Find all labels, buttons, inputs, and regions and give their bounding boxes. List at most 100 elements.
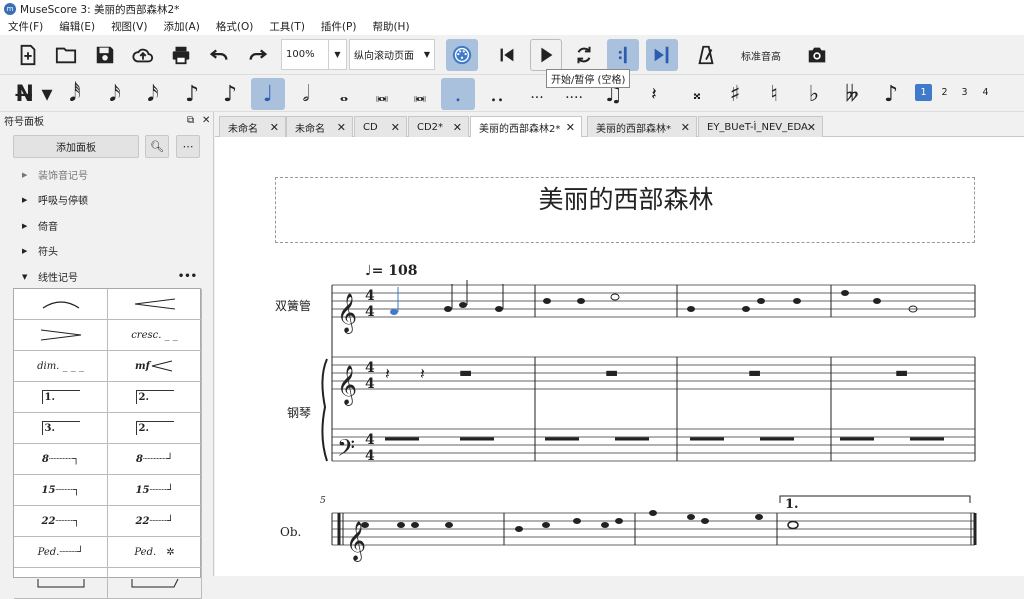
crescendo-cell[interactable] xyxy=(108,289,202,320)
ottava-22mb-cell[interactable]: 22 ┈┈┈┘ xyxy=(108,506,202,537)
tab-score-2[interactable]: 美丽的西部森林* ✕ xyxy=(587,116,697,137)
open-button[interactable] xyxy=(50,39,82,71)
duration-32nd-button[interactable]: 𝅘𝅥𝅯 xyxy=(98,78,132,110)
diminuendo-cell[interactable] xyxy=(14,320,108,351)
voice-1-button[interactable]: 1 xyxy=(915,84,932,101)
add-panel-button[interactable]: 添加面板 xyxy=(13,135,139,158)
close-icon[interactable]: ✕ xyxy=(391,121,400,134)
palette-menu-button[interactable]: ⋯ xyxy=(176,135,200,158)
note-input-mode-button[interactable]: N̶ ▾ xyxy=(10,78,58,110)
sharp-button[interactable]: ♯ xyxy=(718,78,752,110)
volta-2-open-cell[interactable]: 2. xyxy=(108,413,202,444)
view-mode-select[interactable]: 纵向滚动页面 ▼ xyxy=(349,39,435,70)
close-icon[interactable]: ✕ xyxy=(807,121,816,134)
flip-direction-button[interactable]: ♪ xyxy=(874,78,908,110)
duration-half-button[interactable]: 𝅗𝅥 xyxy=(289,78,323,110)
palette-item-noteheads[interactable]: ▶ 符头 xyxy=(22,243,58,259)
more-icon[interactable]: ••• xyxy=(178,271,197,282)
double-dot-button[interactable]: .. xyxy=(480,78,514,110)
close-icon[interactable]: ✕ xyxy=(337,121,346,134)
play-button[interactable] xyxy=(530,39,562,71)
duration-eighth-button[interactable]: ♪ xyxy=(175,78,209,110)
search-palette-button[interactable]: 🔍︎ xyxy=(145,135,169,158)
ottava-8vb-cell[interactable]: 8 ┈┈┈┈┘ xyxy=(108,444,202,475)
volta-bracket xyxy=(779,495,971,503)
volta-2-cell[interactable]: 2. xyxy=(108,382,202,413)
chevron-down-icon[interactable]: ▼ xyxy=(328,40,346,69)
flat-button[interactable]: ♭ xyxy=(797,78,831,110)
close-icon[interactable]: ✕ xyxy=(270,121,279,134)
upload-cloud-button[interactable] xyxy=(127,39,159,71)
duration-64th-button[interactable]: 𝅘𝅥𝅰 xyxy=(58,78,92,110)
loop-button[interactable] xyxy=(568,39,600,71)
pan-score-button[interactable] xyxy=(646,39,678,71)
bracket-line-cell[interactable] xyxy=(14,568,108,599)
close-icon[interactable]: ✕ xyxy=(453,121,462,134)
tab-untitled-2[interactable]: 未命名 ✕ xyxy=(286,116,353,137)
undo-button[interactable] xyxy=(203,39,235,71)
voice-4-button[interactable]: 4 xyxy=(977,84,994,101)
natural-button[interactable]: ♮ xyxy=(757,78,791,110)
slur-cell[interactable] xyxy=(14,289,108,320)
close-icon[interactable]: ✕ xyxy=(566,121,575,134)
ottava-15ma-cell[interactable]: 15 ┈┈┈┐ xyxy=(14,475,108,506)
piano-notes: ▬ ▬ ▬ ▬ 𝄽 𝄽 xyxy=(385,364,908,383)
ottava-8va-cell[interactable]: 8 ┈┈┈┈┐ xyxy=(14,444,108,475)
menu-plugins[interactable]: 插件(P) xyxy=(313,19,365,34)
duration-16th-button[interactable]: 𝅘𝅥𝅯 xyxy=(136,78,170,110)
close-icon[interactable]: ✕ xyxy=(202,115,210,126)
menu-format[interactable]: 格式(O) xyxy=(208,19,261,34)
menu-add[interactable]: 添加(A) xyxy=(155,19,207,34)
pedal-line-cell[interactable]: Ped. ┈┈┈┘ xyxy=(14,537,108,568)
tab-ey[interactable]: EY_BUeT-Ì_NEV_EDA ✕ xyxy=(698,116,823,137)
menu-file[interactable]: 文件(F) xyxy=(0,19,51,34)
voice-2-button[interactable]: 2 xyxy=(936,84,953,101)
print-button[interactable] xyxy=(165,39,197,71)
double-flat-button[interactable]: 𝄫 xyxy=(835,78,869,110)
bracket-line-angled-cell[interactable] xyxy=(108,568,202,599)
midi-input-button[interactable] xyxy=(446,39,478,71)
volta-1-cell[interactable]: 1. xyxy=(14,382,108,413)
duration-whole-button[interactable]: 𝅝 xyxy=(327,78,361,110)
palette-item-lines[interactable]: ▼ 线性记号 ••• xyxy=(22,269,197,284)
ottava-15mb-cell[interactable]: 15 ┈┈┈┘ xyxy=(108,475,202,506)
duration-longa-button[interactable]: 𝅜 xyxy=(403,78,437,110)
palette-item-grace-notes[interactable]: ▶ 倚音 xyxy=(22,218,58,234)
metronome-button[interactable] xyxy=(690,39,722,71)
duration-breve-button[interactable]: 𝅜 xyxy=(365,78,399,110)
ottava-22ma-cell[interactable]: 22 ┈┈┈┐ xyxy=(14,506,108,537)
duration-quarter-button[interactable]: ♩ xyxy=(251,78,285,110)
menu-edit[interactable]: 编辑(E) xyxy=(51,19,103,34)
tab-untitled-1[interactable]: 未命名 ✕ xyxy=(219,116,286,137)
menu-help[interactable]: 帮助(H) xyxy=(364,19,417,34)
save-button[interactable] xyxy=(89,39,121,71)
menu-view[interactable]: 视图(V) xyxy=(103,19,155,34)
palette-item-breaths[interactable]: ▶ 呼吸与停顿 xyxy=(22,192,88,208)
tab-cd[interactable]: CD ✕ xyxy=(354,116,407,137)
rewind-button[interactable] xyxy=(491,39,523,71)
mf-hairpin-cell[interactable]: mf xyxy=(108,351,202,382)
volta-3-cell[interactable]: 3. xyxy=(14,413,108,444)
zoom-select[interactable]: 100% ▼ xyxy=(281,39,347,70)
play-repeats-button[interactable] xyxy=(607,39,639,71)
dim-line-cell[interactable]: dim. _ _ _ xyxy=(14,351,108,382)
screenshot-button[interactable] xyxy=(801,39,833,71)
cresc-line-cell[interactable]: cresc. _ _ xyxy=(108,320,202,351)
duration-eighth-alt-button[interactable]: ♪ xyxy=(213,78,247,110)
new-score-button[interactable] xyxy=(12,39,44,71)
redo-button[interactable] xyxy=(242,39,274,71)
tab-score-active[interactable]: 美丽的西部森林2* ✕ xyxy=(470,116,582,138)
palette-item-ornaments[interactable]: ▶ 装饰音记号 xyxy=(22,167,88,183)
metronome-icon xyxy=(698,45,714,65)
voice-3-button[interactable]: 3 xyxy=(956,84,973,101)
double-sharp-button[interactable]: 𝄪 xyxy=(680,78,714,110)
tab-cd2[interactable]: CD2* ✕ xyxy=(408,116,469,137)
augmentation-dot-button[interactable]: . xyxy=(441,78,475,110)
menu-tools[interactable]: 工具(T) xyxy=(261,19,313,34)
close-icon[interactable]: ✕ xyxy=(681,121,690,134)
float-panel-icon[interactable]: ⧉ xyxy=(187,115,194,126)
score-canvas[interactable]: 美丽的西部森林 ♩= 108 双簧管 钢琴 Ob. 5 1. 𝄞 𝄞 𝄢 𝄞 4… xyxy=(215,137,1024,576)
rest-button[interactable]: 𝄽 xyxy=(637,78,671,110)
pedal-star-cell[interactable]: Ped. ✲ xyxy=(108,537,202,568)
concert-pitch-toggle[interactable]: 标准音高 xyxy=(741,48,781,63)
